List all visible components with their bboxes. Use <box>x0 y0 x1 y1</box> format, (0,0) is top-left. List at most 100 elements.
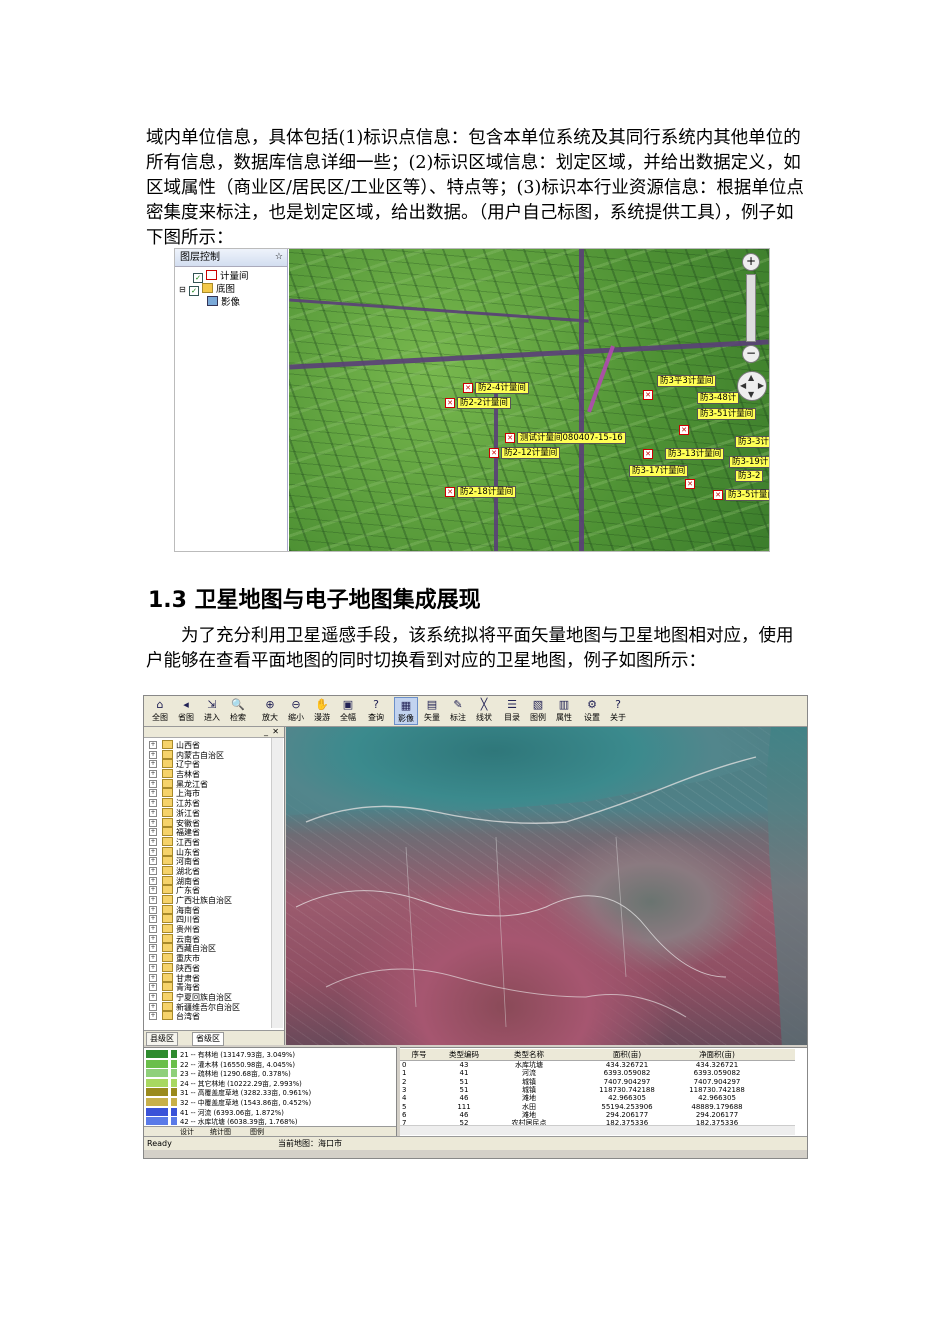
toolbar-button-16[interactable]: ⚙ 设置 <box>580 697 604 725</box>
province-item[interactable]: + 湖北省 <box>144 865 284 876</box>
province-item[interactable]: + 海南省 <box>144 904 284 915</box>
expand-icon[interactable]: + <box>149 973 157 982</box>
marker-icon[interactable]: ✕ <box>505 433 515 443</box>
legend-item[interactable]: 24 -- 其它林地 (10222.29亩, 2.993%) <box>146 1078 302 1089</box>
expand-icon[interactable]: + <box>149 741 157 749</box>
map-label[interactable]: 测试计量间080407-15-16 <box>517 432 626 444</box>
checkbox-icon[interactable]: ✓ <box>193 273 203 283</box>
marker-icon[interactable]: ✕ <box>489 448 499 458</box>
province-item[interactable]: + 福建省 <box>144 827 284 837</box>
toolbar-button-0[interactable]: ⌂ 全图 <box>148 697 172 725</box>
marker-icon[interactable]: ✕ <box>643 449 653 459</box>
expand-icon[interactable]: + <box>149 779 157 788</box>
province-item[interactable]: + 广西壮族自治区 <box>144 895 284 905</box>
marker-icon[interactable]: ✕ <box>463 383 473 393</box>
satellite-map[interactable]: ✕ 防2-4计量间 ✕ 防2-2计量间 ✕ 测试计量间080407-15-16 … <box>289 249 769 551</box>
toolbar-button-8[interactable]: ? 查询 <box>364 697 388 725</box>
expand-icon[interactable]: + <box>149 1002 157 1011</box>
expand-icon[interactable]: + <box>149 944 157 953</box>
province-item[interactable]: + 宁夏回族自治区 <box>144 991 284 1002</box>
tree-item-measure[interactable]: ✓ 计量间 <box>179 270 287 283</box>
column-header[interactable]: 类型编码 <box>444 1050 484 1059</box>
expand-icon[interactable]: + <box>149 750 157 759</box>
toolbar-button-6[interactable]: ✋ 漫游 <box>310 697 334 725</box>
zoom-control[interactable]: + − ▲ ▼ ◀ ▶ <box>737 253 767 401</box>
map-label[interactable]: 防3-3计 <box>735 436 769 448</box>
toolbar-button-7[interactable]: ▣ 全幅 <box>336 697 360 725</box>
horizontal-scrollbar[interactable] <box>400 1125 795 1135</box>
zoom-out-button[interactable]: − <box>742 345 760 363</box>
marker-icon[interactable]: ✕ <box>445 398 455 408</box>
marker-icon[interactable]: ✕ <box>713 490 723 500</box>
zoom-in-button[interactable]: + <box>742 253 760 271</box>
tree-item-imagery[interactable]: 影像 <box>179 296 287 309</box>
province-item[interactable]: + 重庆市 <box>144 953 284 963</box>
province-item[interactable]: + 贵州省 <box>144 924 284 934</box>
province-item[interactable]: + 江西省 <box>144 836 284 847</box>
expand-icon[interactable]: + <box>149 770 157 779</box>
expand-icon[interactable]: + <box>149 857 157 866</box>
toolbar-button-12[interactable]: ╳ 线状 <box>472 697 496 725</box>
province-item[interactable]: + 四川省 <box>144 914 284 924</box>
province-item[interactable]: + 新疆维吾尔自治区 <box>144 1001 284 1012</box>
toolbar-button-15[interactable]: ▥ 属性 <box>552 697 576 725</box>
zoom-slider[interactable] <box>746 274 756 342</box>
map-label[interactable]: 防3-2 <box>735 470 764 482</box>
province-item[interactable]: + 内蒙古自治区 <box>144 749 284 760</box>
toolbar-button-4[interactable]: ⊕ 放大 <box>258 697 282 725</box>
expand-icon[interactable]: + <box>149 983 157 992</box>
toolbar-button-9[interactable]: ▦ 影像 <box>394 697 418 725</box>
legend-item[interactable]: 41 -- 河流 (6393.06亩, 1.872%) <box>146 1107 284 1118</box>
expand-icon[interactable]: + <box>149 954 157 963</box>
legend-item[interactable]: 23 -- 疏林地 (1290.68亩, 0.378%) <box>146 1069 291 1079</box>
expand-icon[interactable]: + <box>149 896 157 904</box>
toolbar-button-5[interactable]: ⊖ 缩小 <box>284 697 308 725</box>
tab-province[interactable]: 省级区 <box>192 1032 224 1046</box>
expand-icon[interactable]: + <box>149 818 157 827</box>
expand-icon[interactable]: + <box>149 828 157 837</box>
marker-icon[interactable]: ✕ <box>643 390 653 400</box>
minimize-icon[interactable]: _ <box>264 727 268 737</box>
province-item[interactable]: + 上海市 <box>144 788 284 798</box>
map-label[interactable]: 防3-17计量间 <box>629 465 689 477</box>
expand-icon[interactable]: + <box>149 992 157 1001</box>
province-item[interactable]: + 西藏自治区 <box>144 943 284 953</box>
province-item[interactable]: + 辽宁省 <box>144 759 284 769</box>
tree-item-basemap[interactable]: ⊟ ✓ 底图 <box>179 283 287 296</box>
province-item[interactable]: + 台湾省 <box>144 1011 284 1021</box>
map-label[interactable]: 防2-18计量间 <box>457 486 517 498</box>
legend-item[interactable]: 22 -- 灌木林 (16550.98亩, 4.045%) <box>146 1059 295 1070</box>
legend-item[interactable]: 32 -- 中覆盖度草地 (1543.86亩, 0.452%) <box>146 1098 311 1108</box>
collapse-icon[interactable]: ☆ <box>275 249 283 266</box>
province-item[interactable]: + 山西省 <box>144 740 284 750</box>
expand-icon[interactable]: + <box>149 789 157 798</box>
checkbox-icon[interactable]: ✓ <box>189 286 199 296</box>
false-color-satellite-map[interactable] <box>286 727 807 1045</box>
expand-icon[interactable]: + <box>149 837 157 846</box>
pan-control-icon[interactable]: ▲ ▼ ◀ ▶ <box>737 371 767 401</box>
province-item[interactable]: + 江苏省 <box>144 798 284 808</box>
province-item[interactable]: + 浙江省 <box>144 807 284 818</box>
toolbar-button-17[interactable]: ? 关于 <box>606 697 630 725</box>
province-item[interactable]: + 甘肃省 <box>144 972 284 983</box>
map-label[interactable]: 防2-2计量间 <box>457 397 511 409</box>
map-label[interactable]: 防3-19计 <box>729 456 769 468</box>
expand-icon[interactable]: + <box>149 963 157 972</box>
province-item[interactable]: + 吉林省 <box>144 769 284 779</box>
expand-icon[interactable]: ⊟ <box>179 283 189 296</box>
column-header[interactable]: 面积(亩) <box>592 1050 662 1059</box>
expand-icon[interactable]: + <box>149 799 157 808</box>
expand-icon[interactable]: + <box>149 934 157 943</box>
toolbar-button-3[interactable]: 🔍 检索 <box>226 697 250 725</box>
map-label[interactable]: 防3-5计量间 <box>725 489 769 501</box>
column-header[interactable]: 类型名称 <box>494 1050 564 1059</box>
expand-icon[interactable]: + <box>149 886 157 895</box>
province-item[interactable]: + 山东省 <box>144 846 284 857</box>
expand-icon[interactable]: + <box>149 905 157 914</box>
expand-icon[interactable]: + <box>149 760 157 769</box>
province-item[interactable]: + 湖南省 <box>144 875 284 886</box>
toolbar-button-13[interactable]: ☰ 目录 <box>500 697 524 725</box>
close-icon[interactable]: ✕ <box>272 727 279 737</box>
map-label[interactable]: 防3-13计量间 <box>665 448 725 460</box>
column-header[interactable]: 序号 <box>408 1050 430 1059</box>
